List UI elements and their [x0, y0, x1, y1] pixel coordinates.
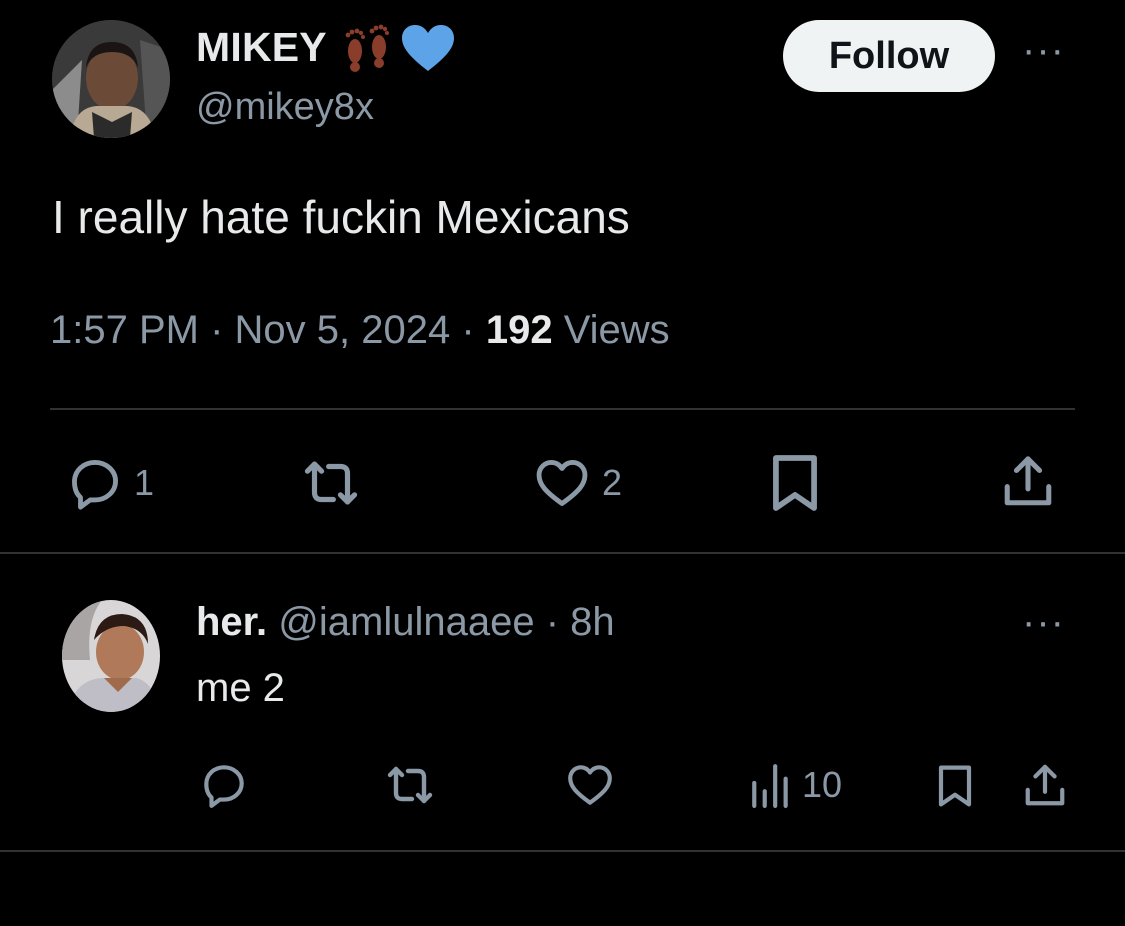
bookmark-button[interactable]: [766, 452, 824, 514]
bookmark-icon: [938, 765, 972, 807]
divider: [0, 552, 1125, 554]
retweet-button[interactable]: [298, 454, 364, 512]
reply-text: me 2: [196, 666, 285, 710]
reply-author-name[interactable]: her.: [196, 600, 267, 644]
reply-header: her. @iamlulnaaee · 8h: [196, 600, 615, 645]
share-icon: [1004, 456, 1052, 506]
reply-like-button[interactable]: [564, 760, 616, 810]
like-icon: [568, 765, 612, 805]
follow-button[interactable]: Follow: [783, 20, 995, 92]
reply-reply-button[interactable]: [198, 760, 250, 810]
reply-more-options-icon[interactable]: ···: [1022, 602, 1065, 642]
views-label: Views: [563, 308, 670, 352]
author-handle[interactable]: @mikey8x: [196, 86, 374, 129]
reply-icon: [72, 460, 118, 510]
name-emoji-badges: [340, 20, 456, 76]
like-count: 2: [602, 462, 623, 503]
divider: [50, 408, 1075, 410]
tweet-text: I really hate fuckin Mexicans: [52, 191, 630, 243]
like-button[interactable]: 2: [532, 454, 622, 512]
tweet-date[interactable]: Nov 5, 2024: [235, 308, 451, 352]
footprints-emoji: [345, 24, 389, 72]
divider: [0, 850, 1125, 852]
analytics-icon: [752, 764, 788, 808]
reply-bookmark-button[interactable]: [934, 760, 976, 812]
views-count: 192: [485, 308, 553, 352]
author-display-name[interactable]: MIKEY: [196, 24, 327, 71]
reply-share-button[interactable]: [1022, 760, 1068, 812]
meta-separator: ·: [461, 308, 475, 352]
more-options-icon[interactable]: ···: [1022, 30, 1065, 70]
reply-button[interactable]: 1: [66, 454, 154, 512]
meta-separator: ·: [210, 308, 224, 352]
reply-author-avatar[interactable]: [62, 600, 160, 712]
reply-count: 1: [134, 462, 155, 503]
share-icon: [1025, 764, 1065, 806]
share-button[interactable]: [1000, 452, 1056, 512]
like-icon: [536, 460, 588, 506]
tweet-metadata: 1:57 PM · Nov 5, 2024 · 192 Views: [50, 308, 670, 353]
reply-separator: ·: [545, 600, 560, 644]
author-avatar[interactable]: [52, 20, 170, 138]
reply-icon: [204, 765, 244, 808]
reply-retweet-button[interactable]: [382, 760, 438, 810]
reply-views-count: 10: [802, 764, 843, 805]
blue-heart-emoji: [402, 25, 454, 71]
reply-author-handle[interactable]: @iamlulnaaee: [278, 600, 534, 644]
retweet-icon: [387, 766, 433, 804]
reply-views-button[interactable]: 10: [750, 762, 842, 808]
retweet-icon: [304, 461, 358, 505]
tweet-time[interactable]: 1:57 PM: [50, 308, 199, 352]
reply-age[interactable]: 8h: [570, 600, 615, 644]
bookmark-icon: [773, 455, 817, 511]
